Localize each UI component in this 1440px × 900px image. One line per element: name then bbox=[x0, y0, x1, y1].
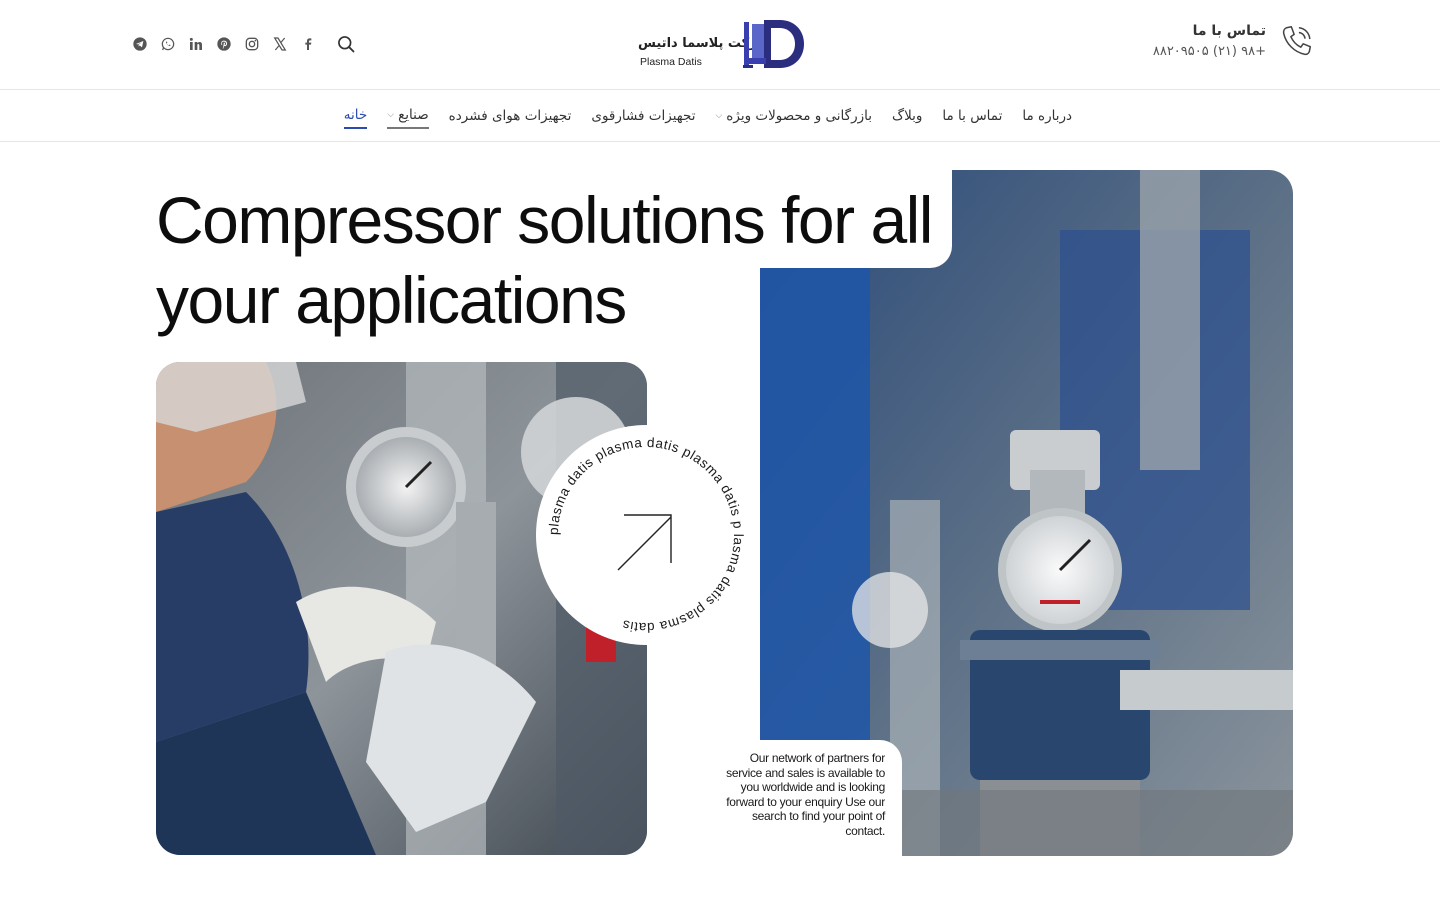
nav-item-label: صنایع bbox=[398, 107, 429, 123]
nav-item-label: تجهیزات فشارقوی bbox=[591, 108, 696, 124]
nav-item-high-pressure[interactable]: تجهیزات فشارقوی bbox=[591, 104, 695, 128]
partners-note: Our network of partners for service and … bbox=[726, 751, 885, 838]
search-icon[interactable] bbox=[336, 34, 358, 56]
whatsapp-icon[interactable] bbox=[158, 34, 178, 54]
nav-item-blog[interactable]: وبلاگ bbox=[892, 104, 922, 128]
logo-mark-icon bbox=[743, 20, 804, 68]
chevron-down-icon: ⌵ bbox=[387, 110, 395, 120]
nav-item-label: خانه bbox=[343, 107, 368, 123]
chevron-down-icon: ⌵ bbox=[715, 111, 723, 121]
nav-item-about[interactable]: درباره ما bbox=[1022, 104, 1072, 128]
telegram-icon[interactable] bbox=[130, 34, 150, 54]
instagram-icon[interactable] bbox=[242, 34, 262, 54]
header-top: شرکت پلاسما داتیس Plasma Datis تماس با م… bbox=[0, 0, 1440, 90]
nav-item-trade-products[interactable]: بازرگانی و محصولات ویژه ⌵ bbox=[715, 104, 872, 128]
arrow-up-right-icon bbox=[617, 514, 672, 571]
social-links bbox=[130, 34, 326, 54]
nav-item-label: وبلاگ bbox=[891, 108, 923, 124]
nav-item-industries[interactable]: صنایع ⌵ bbox=[387, 103, 429, 129]
explore-badge[interactable]: plasma datis plasma datis plasma datis p… bbox=[536, 425, 756, 645]
site-logo[interactable]: شرکت پلاسما داتیس Plasma Datis bbox=[636, 18, 806, 74]
nav-item-label: تماس با ما bbox=[942, 108, 1003, 124]
main-nav: خانه صنایع ⌵ تجهیزات هوای فشرده تجهیزات ف… bbox=[324, 91, 1072, 141]
nav-item-home[interactable]: خانه bbox=[343, 103, 368, 129]
contact-title: تماس با ما bbox=[1192, 23, 1266, 39]
x-icon[interactable] bbox=[270, 34, 290, 54]
pinterest-icon[interactable] bbox=[214, 34, 234, 54]
logo-english-text: Plasma Datis bbox=[640, 56, 702, 68]
hero-title: Compressor solutions for all your applic… bbox=[156, 183, 933, 337]
facebook-icon[interactable] bbox=[298, 34, 318, 54]
contact-block[interactable]: تماس با ما +۹۸ (۲۱) ۸۸۲۰۹۵۰۵ bbox=[1153, 20, 1316, 62]
nav-item-compressed-air[interactable]: تجهیزات هوای فشرده bbox=[449, 104, 572, 128]
nav-item-contact[interactable]: تماس با ما bbox=[942, 104, 1002, 128]
nav-item-label: درباره ما bbox=[1022, 108, 1072, 124]
contact-phone[interactable]: +۹۸ (۲۱) ۸۸۲۰۹۵۰۵ bbox=[1153, 42, 1266, 62]
badge-ring-text: plasma datis plasma datis plasma datis p… bbox=[546, 435, 746, 635]
phone-icon bbox=[1282, 25, 1312, 56]
nav-item-label: تجهیزات هوای فشرده bbox=[448, 108, 572, 124]
nav-item-label: بازرگانی و محصولات ویژه bbox=[726, 108, 872, 124]
main-nav-bar: خانه صنایع ⌵ تجهیزات هوای فشرده تجهیزات ف… bbox=[0, 91, 1440, 142]
linkedin-icon[interactable] bbox=[186, 34, 206, 54]
